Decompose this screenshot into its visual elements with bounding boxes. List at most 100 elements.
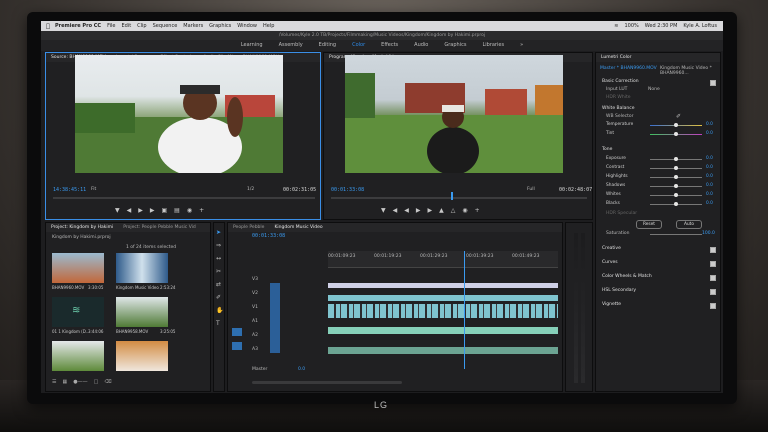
export-frame-icon[interactable]: ◉ bbox=[462, 207, 467, 214]
ripple-edit-icon[interactable]: ↔ bbox=[216, 255, 223, 262]
menu-graphics[interactable]: Graphics bbox=[209, 23, 231, 29]
audio-clip-a1[interactable] bbox=[328, 327, 558, 334]
tone-slider-knob[interactable] bbox=[674, 166, 678, 170]
section-hsl-secondary[interactable]: HSL Secondary bbox=[602, 288, 636, 293]
tone-value[interactable]: 0.0 bbox=[706, 192, 713, 197]
pen-tool-icon[interactable]: ✐ bbox=[216, 294, 223, 301]
track-a1[interactable]: A1 bbox=[252, 319, 258, 324]
workspace-graphics[interactable]: Graphics bbox=[444, 40, 466, 51]
workspace-color[interactable]: Color bbox=[352, 40, 365, 51]
add-button-icon[interactable]: + bbox=[475, 207, 480, 214]
trash-icon[interactable]: ⌫ bbox=[104, 379, 111, 385]
selection-tool-icon[interactable]: ➤ bbox=[216, 229, 223, 236]
track-a3[interactable]: A3 bbox=[252, 347, 258, 352]
saturation-value[interactable]: 100.0 bbox=[702, 231, 715, 236]
tone-value[interactable]: 0.0 bbox=[706, 174, 713, 179]
tone-slider-knob[interactable] bbox=[674, 175, 678, 179]
source-timecode[interactable]: 14:38:45:11 bbox=[53, 187, 86, 193]
step-forward-icon[interactable]: ▶ bbox=[150, 207, 155, 214]
track-a2[interactable]: A2 bbox=[252, 333, 258, 338]
auto-button[interactable]: Auto bbox=[676, 220, 702, 229]
mark-in-icon[interactable]: ▼ bbox=[381, 207, 386, 214]
timeline-timecode[interactable]: 00:01:33:08 bbox=[252, 233, 285, 239]
razor-tool-icon[interactable]: ✂ bbox=[216, 268, 223, 275]
track-targets[interactable] bbox=[270, 283, 280, 353]
section-tone[interactable]: Tone bbox=[602, 147, 612, 152]
play-icon[interactable]: ▶ bbox=[416, 207, 421, 214]
a1-source-patch[interactable] bbox=[232, 342, 242, 350]
new-bin-icon[interactable]: □ bbox=[94, 379, 99, 385]
vignette-checkbox[interactable] bbox=[710, 303, 716, 309]
project-thumb-3[interactable]: ≋ bbox=[52, 297, 104, 327]
workspace-libraries[interactable]: Libraries bbox=[482, 40, 504, 51]
step-back-icon[interactable]: ◀ bbox=[127, 207, 132, 214]
workspace-effects[interactable]: Effects bbox=[381, 40, 398, 51]
source-video-frame[interactable] bbox=[75, 55, 283, 173]
project-thumb-5[interactable] bbox=[52, 341, 104, 371]
go-to-in-icon[interactable]: ◀ bbox=[393, 207, 398, 214]
tone-slider-knob[interactable] bbox=[674, 202, 678, 206]
video-clip-v1[interactable] bbox=[328, 295, 558, 301]
section-curves[interactable]: Curves bbox=[602, 260, 618, 265]
master-volume-value[interactable]: 0.0 bbox=[298, 367, 305, 372]
reset-button[interactable]: Reset bbox=[636, 220, 662, 229]
tone-value[interactable]: 0.0 bbox=[706, 156, 713, 161]
track-v2[interactable]: V2 bbox=[252, 291, 258, 296]
section-color-wheels[interactable]: Color Wheels & Match bbox=[602, 274, 652, 279]
program-timecode[interactable]: 00:01:33:08 bbox=[331, 187, 364, 193]
clip-area[interactable] bbox=[328, 251, 558, 369]
step-back-icon[interactable]: ◀ bbox=[404, 207, 409, 214]
menu-window[interactable]: Window bbox=[237, 23, 257, 29]
mark-in-icon[interactable]: ▼ bbox=[115, 207, 120, 214]
workspace-learning[interactable]: Learning bbox=[241, 40, 263, 51]
tone-slider-knob[interactable] bbox=[674, 184, 678, 188]
basic-correction-checkbox[interactable] bbox=[710, 80, 716, 86]
zoom-slider[interactable]: ●—— bbox=[73, 379, 87, 385]
menu-markers[interactable]: Markers bbox=[183, 23, 203, 29]
overwrite-icon[interactable]: ▤ bbox=[174, 207, 180, 214]
white-balance-value[interactable]: 0.0 bbox=[706, 131, 713, 136]
workspace-editing[interactable]: Editing bbox=[319, 40, 336, 51]
menu-file[interactable]: File bbox=[107, 23, 115, 29]
tab-kingdom-music-video[interactable]: Kingdom Music Video bbox=[274, 223, 322, 232]
track-select-icon[interactable]: ⇒ bbox=[216, 242, 223, 249]
curves-checkbox[interactable] bbox=[710, 261, 716, 267]
color-wheels-checkbox[interactable] bbox=[710, 275, 716, 281]
audio-clip-a2[interactable] bbox=[328, 347, 558, 354]
white-balance-slider-knob[interactable] bbox=[674, 123, 678, 127]
program-playhead[interactable] bbox=[451, 192, 453, 200]
tone-slider-knob[interactable] bbox=[674, 193, 678, 197]
project-thumb-2[interactable] bbox=[116, 253, 168, 283]
project-thumb-4[interactable] bbox=[116, 297, 168, 327]
video-clips-strip[interactable] bbox=[328, 304, 558, 318]
source-scrubber[interactable] bbox=[53, 197, 315, 199]
add-button-icon[interactable]: + bbox=[199, 207, 204, 214]
track-v1[interactable]: V1 bbox=[252, 305, 258, 310]
tone-slider-knob[interactable] bbox=[674, 157, 678, 161]
more-workspaces-icon[interactable]: » bbox=[520, 40, 523, 51]
app-name[interactable]: Premiere Pro CC bbox=[55, 23, 101, 29]
project-thumb-6[interactable] bbox=[116, 341, 168, 371]
step-forward-icon[interactable]: ▶ bbox=[428, 207, 433, 214]
saturation-slider[interactable] bbox=[650, 234, 702, 235]
list-view-icon[interactable]: ☰ bbox=[52, 379, 56, 385]
tone-value[interactable]: 0.0 bbox=[706, 201, 713, 206]
wifi-icon[interactable]: ≋ bbox=[614, 23, 618, 29]
menu-sequence[interactable]: Sequence bbox=[153, 23, 178, 29]
workspace-assembly[interactable]: Assembly bbox=[279, 40, 303, 51]
v1-source-patch[interactable] bbox=[232, 328, 242, 336]
menu-edit[interactable]: Edit bbox=[121, 23, 131, 29]
workspace-audio[interactable]: Audio bbox=[414, 40, 428, 51]
menu-clip[interactable]: Clip bbox=[137, 23, 146, 29]
slip-tool-icon[interactable]: ⇄ bbox=[216, 281, 223, 288]
timeline-zoom-scrollbar[interactable] bbox=[252, 381, 402, 384]
program-fit-select[interactable]: Full bbox=[527, 187, 535, 192]
icon-view-icon[interactable]: ▦ bbox=[62, 379, 67, 385]
source-page[interactable]: 1/2 bbox=[247, 187, 254, 192]
source-fit-select[interactable]: Fit bbox=[91, 187, 96, 192]
track-v3[interactable]: V3 bbox=[252, 277, 258, 282]
section-vignette[interactable]: Vignette bbox=[602, 302, 621, 307]
white-balance-slider-knob[interactable] bbox=[674, 132, 678, 136]
lift-icon[interactable]: ▲ bbox=[439, 207, 444, 214]
video-clip-v2[interactable] bbox=[328, 283, 558, 288]
